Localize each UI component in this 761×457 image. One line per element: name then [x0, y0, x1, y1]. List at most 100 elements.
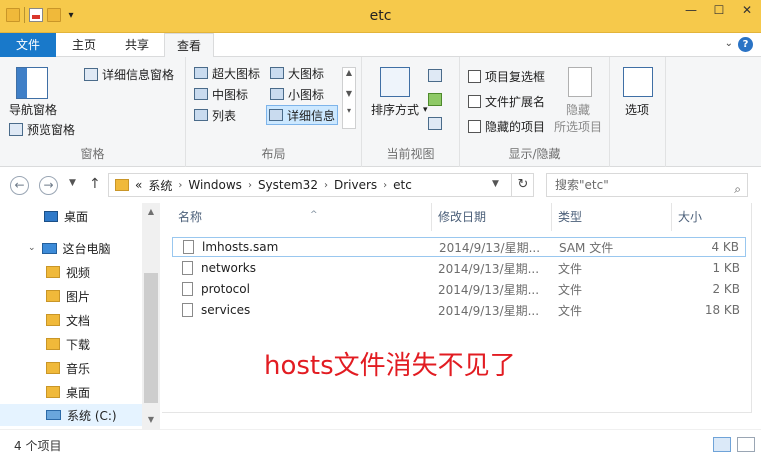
tab-share[interactable]: 共享 [112, 33, 162, 57]
file-extensions-checkbox[interactable] [468, 95, 481, 108]
forward-button[interactable]: → [39, 176, 58, 195]
preview-pane-button[interactable]: 预览窗格 [9, 121, 75, 138]
tab-file[interactable]: 文件 [0, 33, 56, 57]
more-icon[interactable]: ▾ [343, 106, 355, 115]
navigation-pane: 桌面 ⌄ 这台电脑 视频 图片 文档 下载 音乐 桌面 系统 (C:) ▲ ▼ [0, 203, 160, 429]
options-icon[interactable] [623, 67, 653, 97]
hide-selected-label: 所选项目 [554, 120, 603, 134]
navigation-pane-button[interactable]: 导航窗格 [9, 101, 57, 118]
item-checkboxes-option[interactable]: 项目复选框 [468, 68, 545, 85]
file-size: 18 KB [704, 303, 740, 317]
chevron-right-icon[interactable]: › [178, 180, 182, 191]
chevron-up-icon[interactable]: ▲ [343, 68, 355, 77]
search-input[interactable]: 搜索"etc" ⌕ [546, 173, 748, 197]
sort-by-button[interactable]: 排序方式 ▾ [371, 101, 428, 118]
layout-list[interactable]: 列表 [192, 105, 238, 125]
close-button[interactable]: ✕ [733, 0, 761, 20]
layout-medium-icons[interactable]: 中图标 [192, 84, 250, 104]
scrollbar-thumb[interactable] [144, 273, 158, 403]
layout-extra-large-icons[interactable]: 超大图标 [192, 63, 262, 83]
address-dropdown-icon[interactable]: ▼ [492, 179, 499, 189]
file-name-cell: protocol [182, 282, 250, 296]
breadcrumb-item[interactable]: Windows [188, 178, 242, 192]
item-count: 4 个项目 [14, 439, 62, 453]
layout-large-icons[interactable]: 大图标 [268, 63, 326, 83]
chevron-down-icon[interactable]: ⌄ [725, 38, 733, 49]
nav-item-desktop-folder[interactable]: 桌面 [46, 381, 90, 403]
breadcrumb-item[interactable]: 系统 [148, 177, 172, 194]
breadcrumb-overflow[interactable]: « [135, 178, 142, 192]
layout-label: 大图标 [288, 66, 325, 81]
sort-by-icon[interactable] [380, 67, 410, 97]
list-icon [194, 109, 208, 121]
chevron-down-icon[interactable]: ▼ [142, 415, 160, 424]
table-row[interactable]: protocol 2014/9/13/星期... 文件 2 KB [172, 279, 746, 299]
details-icon [269, 109, 283, 121]
size-columns-icon[interactable] [428, 117, 442, 130]
file-date: 2014/9/13/星期... [439, 240, 541, 255]
nav-item-documents[interactable]: 文档 [46, 309, 90, 331]
file-name: services [201, 303, 251, 317]
table-row[interactable]: lmhosts.sam 2014/9/13/星期... SAM 文件 4 KB [172, 237, 746, 257]
table-row[interactable]: networks 2014/9/13/星期... 文件 1 KB [172, 258, 746, 278]
preview-pane-label: 预览窗格 [27, 123, 76, 137]
nav-item-pictures[interactable]: 图片 [46, 285, 90, 307]
add-columns-icon[interactable] [428, 93, 442, 106]
group-by-icon[interactable] [428, 69, 442, 82]
details-pane-button[interactable]: 详细信息窗格 [84, 66, 174, 83]
layout-small-icons[interactable]: 小图标 [268, 84, 326, 104]
file-name-cell: lmhosts.sam [183, 240, 278, 254]
tab-home[interactable]: 主页 [56, 33, 112, 57]
chevron-down-icon[interactable]: ▼ [343, 89, 355, 98]
navigation-pane-icon[interactable] [16, 67, 48, 99]
column-header-size[interactable]: 大小 [672, 203, 752, 231]
breadcrumb-item[interactable]: Drivers [334, 178, 377, 192]
recent-locations-icon[interactable]: ▼ [69, 178, 76, 188]
chevron-down-icon[interactable]: ⌄ [28, 243, 36, 253]
item-checkboxes-checkbox[interactable] [468, 70, 481, 83]
details-view-icon[interactable] [713, 437, 731, 452]
column-header-name[interactable]: 名称 ^ [172, 203, 432, 231]
file-list: 名称 ^ 修改日期 类型 大小 lmhosts.sam 2014/9/13/星期… [160, 203, 761, 429]
nav-item-videos[interactable]: 视频 [46, 261, 90, 283]
large-icons-view-icon[interactable] [737, 437, 755, 452]
maximize-button[interactable]: ☐ [705, 0, 733, 20]
breadcrumb-item[interactable]: etc [393, 178, 412, 192]
desktop-icon [44, 210, 58, 222]
column-header-label: 修改日期 [438, 210, 487, 224]
column-header-type[interactable]: 类型 [552, 203, 672, 231]
chevron-right-icon[interactable]: › [383, 180, 387, 191]
nav-item-music[interactable]: 音乐 [46, 357, 90, 379]
help-icon[interactable]: ? [738, 37, 753, 52]
chevron-up-icon[interactable]: ▲ [142, 207, 160, 216]
layout-gallery-scrollbar[interactable]: ▲ ▼ ▾ [342, 67, 356, 129]
hidden-items-checkbox[interactable] [468, 120, 481, 133]
nav-item-desktop[interactable]: 桌面 [44, 205, 88, 227]
file-extensions-option[interactable]: 文件扩展名 [468, 93, 545, 110]
column-header-date[interactable]: 修改日期 [432, 203, 552, 231]
minimize-button[interactable]: — [677, 0, 705, 20]
refresh-button[interactable]: ↻ [511, 174, 534, 196]
back-button[interactable]: ← [10, 176, 29, 195]
status-bar: 4 个项目 [0, 429, 761, 457]
breadcrumb-item[interactable]: System32 [258, 178, 318, 192]
folder-icon [115, 179, 129, 191]
nav-item-this-pc[interactable]: ⌄ 这台电脑 [28, 237, 111, 259]
layout-details[interactable]: 详细信息 [266, 105, 339, 125]
up-arrow-icon[interactable]: ↑ [89, 176, 101, 192]
tab-view[interactable]: 查看 [164, 33, 214, 58]
search-icon[interactable]: ⌕ [734, 178, 741, 200]
address-bar[interactable]: « 系统 › Windows › System32 › Drivers › et… [108, 173, 534, 197]
table-row[interactable]: services 2014/9/13/星期... 文件 18 KB [172, 300, 746, 320]
chevron-right-icon[interactable]: › [248, 180, 252, 191]
hide-selected-button-line2: 所选项目 [554, 118, 602, 135]
nav-item-downloads[interactable]: 下载 [46, 333, 90, 355]
file-icon [182, 261, 193, 275]
hidden-items-option[interactable]: 隐藏的项目 [468, 118, 545, 135]
navigation-scrollbar[interactable]: ▲ ▼ [142, 203, 160, 429]
chevron-right-icon[interactable]: › [324, 180, 328, 191]
nav-item-system-drive[interactable]: 系统 (C:) [0, 404, 142, 426]
nav-item-label: 这台电脑 [62, 241, 111, 256]
options-button[interactable]: 选项 [625, 101, 649, 118]
nav-item-label: 音乐 [66, 361, 91, 376]
